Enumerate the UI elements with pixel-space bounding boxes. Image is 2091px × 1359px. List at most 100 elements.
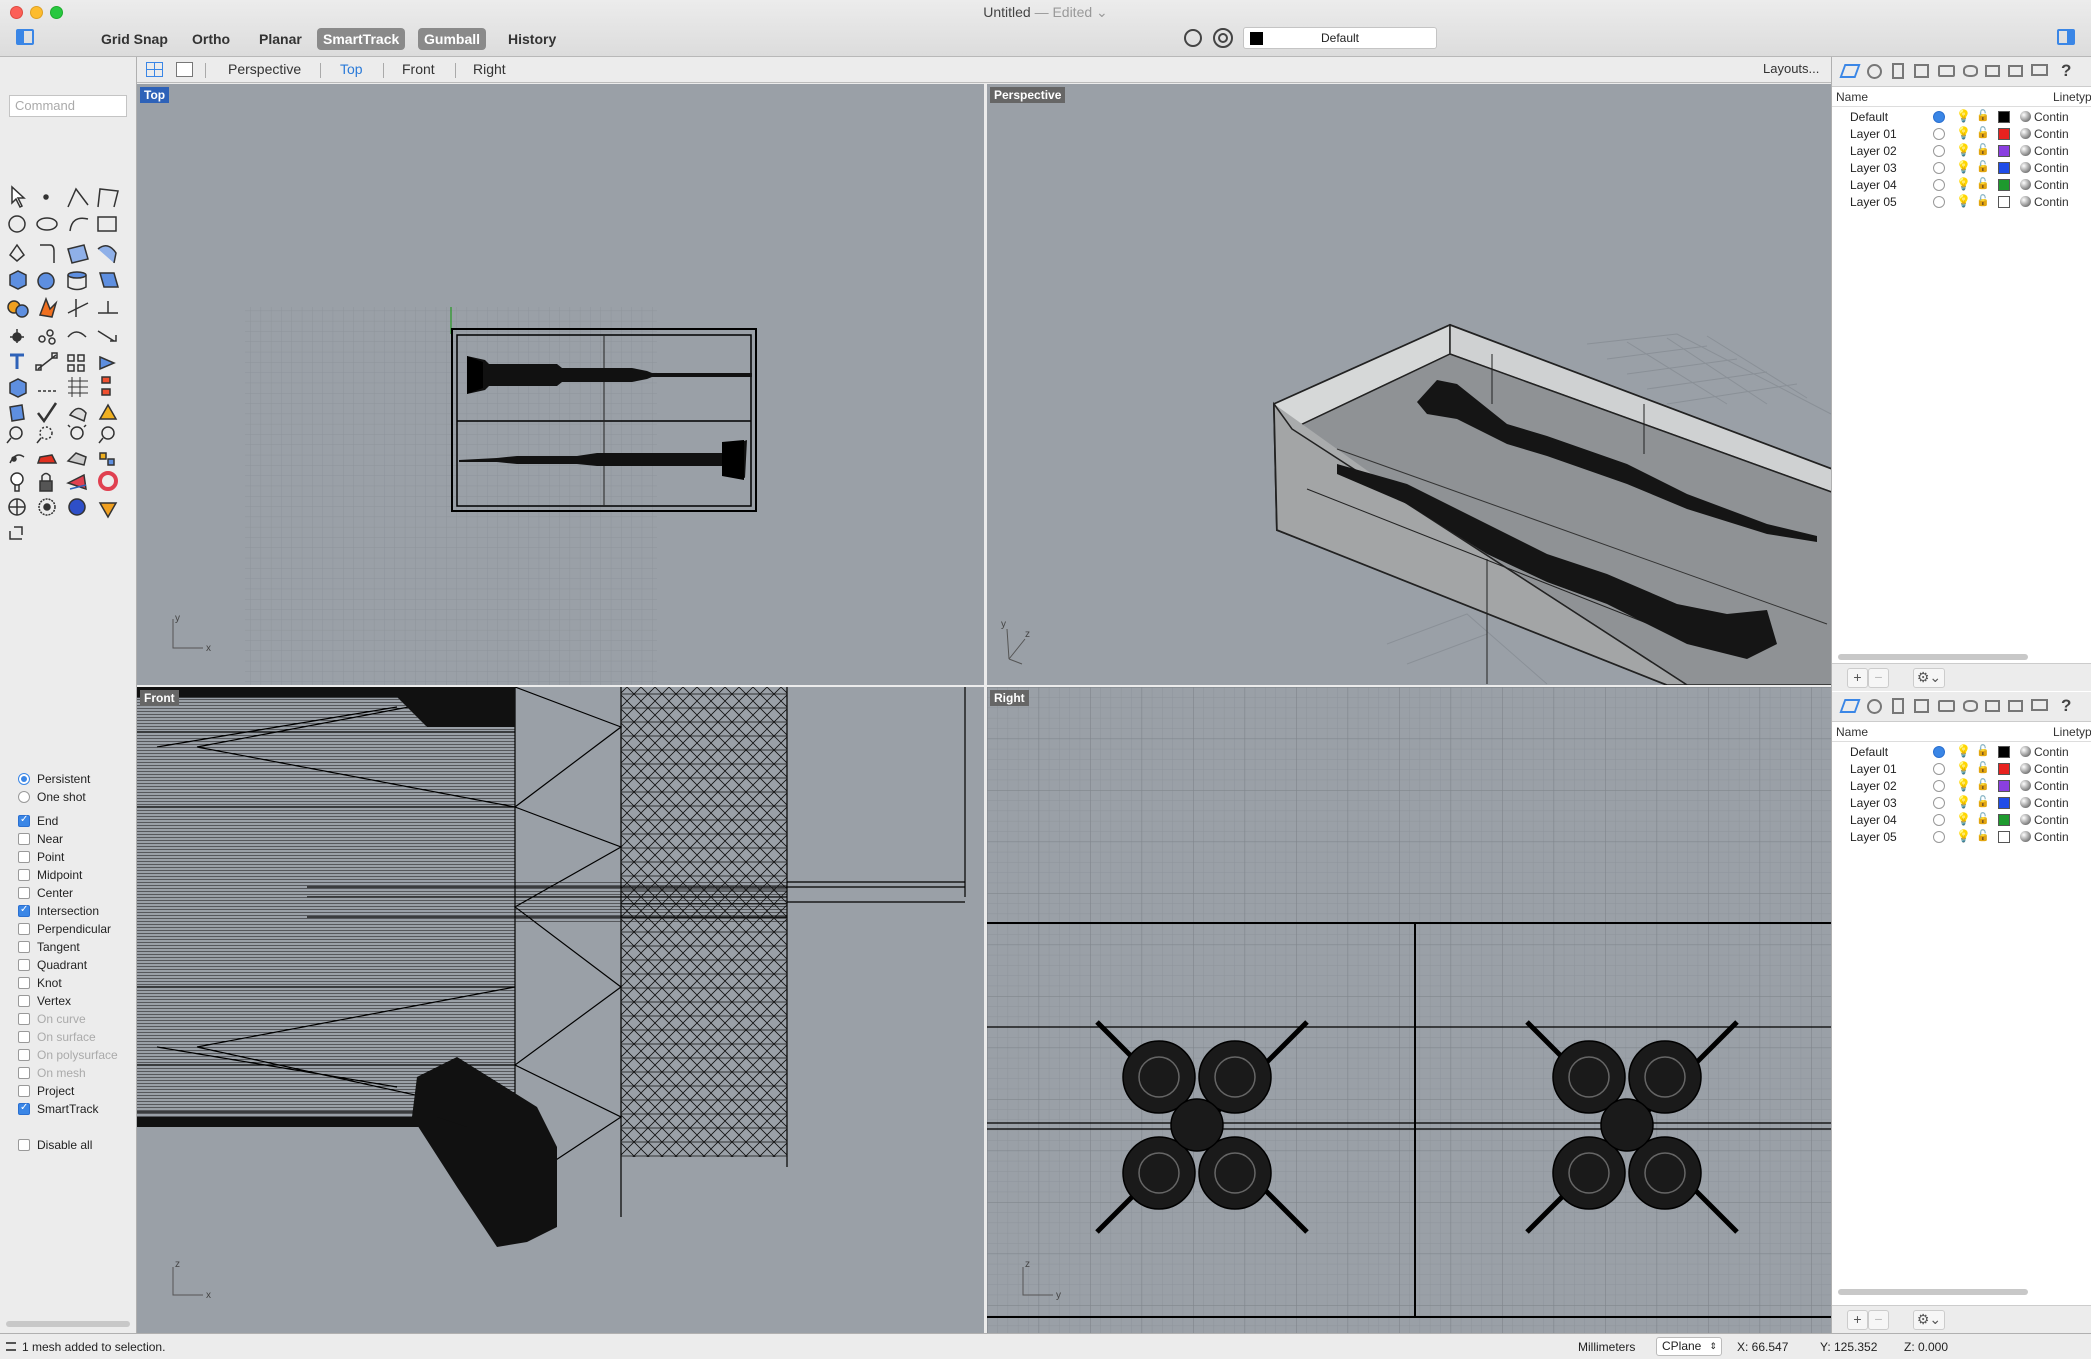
layer-linetype[interactable]: Contin [2034,195,2069,209]
material-sphere-icon[interactable] [2020,746,2031,757]
smarttrack-checkbox[interactable]: SmartTrack [18,1102,99,1116]
layer-linetype[interactable]: Contin [2034,127,2069,141]
one-shot-radio[interactable]: One shot [18,790,86,804]
ellipse-tool-icon[interactable] [36,217,58,231]
remove-layer-button[interactable]: − [1868,1310,1889,1330]
tangent-checkbox[interactable]: Tangent [18,940,80,954]
lock-icon[interactable]: 🔓 [1976,143,1990,156]
layer-row[interactable]: Layer 01 💡 🔓 Contin [1832,125,2091,142]
material-sphere-icon[interactable] [2020,179,2031,190]
sphere-tool-icon[interactable] [37,272,55,290]
viewport-right[interactable]: z y Right [987,687,1831,1333]
layer-color-swatch[interactable] [1998,179,2010,191]
knot-checkbox[interactable]: Knot [18,976,62,990]
layer-color-swatch[interactable] [1998,797,2010,809]
layer-name[interactable]: Layer 05 [1850,195,1897,209]
left-panel-scrollbar[interactable] [6,1321,130,1327]
rotate-tool-icon[interactable] [67,331,87,338]
mesh-tool-icon[interactable] [9,378,27,398]
dimension-tool-icon[interactable] [35,352,58,371]
planar-button[interactable]: Planar [253,28,308,50]
viewport-front[interactable]: z x Front [137,687,984,1333]
column-linetype[interactable]: Linetyp [2053,90,2091,104]
light-tool-icon[interactable] [10,472,24,492]
properties-icon[interactable] [1892,698,1904,714]
viewport-top[interactable]: y x Top [137,84,984,685]
layer-linetype[interactable]: Contin [2034,779,2069,793]
layer-name[interactable]: Layer 01 [1850,762,1897,776]
perpendicular-checkbox[interactable]: Perpendicular [18,922,111,936]
material-sphere-icon[interactable] [2020,145,2031,156]
zoom-window-icon[interactable] [36,426,53,444]
camera-icon[interactable] [1938,65,1955,77]
layer-name[interactable]: Layer 03 [1850,161,1897,175]
lightbulb-icon[interactable]: 💡 [1956,143,1971,157]
viewport-label-perspective[interactable]: Perspective [990,87,1066,103]
materials-icon[interactable] [1867,64,1882,79]
layer-row[interactable]: Layer 02 💡 🔓 Contin [1832,142,2091,159]
layer-color-swatch[interactable] [1998,145,2010,157]
rectangle-tool-icon[interactable] [97,216,117,232]
layer-name[interactable]: Layer 04 [1850,813,1897,827]
render-tool-icon[interactable] [98,403,118,420]
snapshot-tool-icon[interactable] [66,452,87,466]
layer-linetype[interactable]: Contin [2034,110,2069,124]
loft-tool-icon[interactable] [97,245,117,264]
lock-icon[interactable]: 🔓 [1976,795,1990,808]
point-checkbox[interactable]: Point [18,850,64,864]
lock-icon[interactable]: 🔓 [1976,109,1990,122]
layer-row[interactable]: Layer 03 💡 🔓 Contin [1832,159,2091,176]
lightbulb-icon[interactable]: 💡 [1956,194,1971,208]
layer-row[interactable]: Default 💡 🔓 Contin [1832,743,2091,760]
point-tool-icon[interactable] [43,194,49,200]
ortho-button[interactable]: Ortho [186,28,236,50]
layer-linetype[interactable]: Contin [2034,830,2069,844]
layer-color-swatch[interactable] [1998,128,2010,140]
materials-icon[interactable] [1867,699,1882,714]
lock-icon[interactable]: 🔓 [1976,177,1990,190]
four-viewports-icon[interactable] [146,62,163,77]
layer-name[interactable]: Layer 02 [1850,779,1897,793]
trim-tool-icon[interactable] [67,299,89,317]
layer-row[interactable]: Layer 05 💡 🔓 Contin [1832,193,2091,210]
analyze-tool-icon[interactable] [68,407,87,423]
object-icon[interactable] [1914,699,1929,713]
cylinder-tool-icon[interactable] [67,271,87,291]
layer-options-gear-icon[interactable]: ⚙⌄ [1913,1310,1945,1330]
layer-row[interactable]: Layer 04 💡 🔓 Contin [1832,811,2091,828]
transform-tool-icon[interactable] [99,355,116,371]
text-tool-icon[interactable] [10,353,24,369]
color-wheel-icon[interactable] [98,471,118,491]
viewport-label-front[interactable]: Front [140,690,179,706]
project-checkbox[interactable]: Project [18,1084,74,1098]
current-layer-radio[interactable] [1933,145,1945,157]
surface-tool-icon[interactable] [67,244,89,264]
camera-icon[interactable] [1938,700,1955,712]
on-curve-checkbox[interactable]: On curve [18,1012,86,1026]
fillet-tool-icon[interactable] [40,244,55,263]
split-tool-icon[interactable] [98,301,118,314]
curve-tool-icon[interactable] [97,188,119,208]
viewport-perspective[interactable]: z y Perspective [987,84,1831,685]
named-views-icon[interactable] [99,452,115,466]
layouts-button[interactable]: Layouts... [1763,61,1819,76]
pan-tool-icon[interactable] [9,454,25,464]
environment-tool-icon[interactable] [98,502,118,519]
polyline-tool-icon[interactable] [67,187,89,208]
circle-tool-icon[interactable] [8,215,26,233]
layer-name[interactable]: Layer 04 [1850,178,1897,192]
grid-snap-button[interactable]: Grid Snap [95,28,174,50]
current-layer-radio[interactable] [1933,746,1945,758]
material-sphere-icon[interactable] [2020,111,2031,122]
monitor-icon[interactable] [2031,64,2048,76]
material-sphere-icon[interactable] [2020,128,2031,139]
lightbulb-icon[interactable]: 💡 [1956,812,1971,826]
lightbulb-icon[interactable]: 💡 [1956,778,1971,792]
lock-icon[interactable]: 🔓 [1976,829,1990,842]
explode-tool-icon[interactable] [38,296,58,318]
layer-row[interactable]: Default 💡 🔓 Contin [1832,108,2091,125]
tab-right[interactable]: Right [473,61,506,77]
intersection-checkbox[interactable]: Intersection [18,904,99,918]
current-layer-dropdown[interactable]: Default [1243,27,1437,49]
lock-icon[interactable]: 🔓 [1976,812,1990,825]
